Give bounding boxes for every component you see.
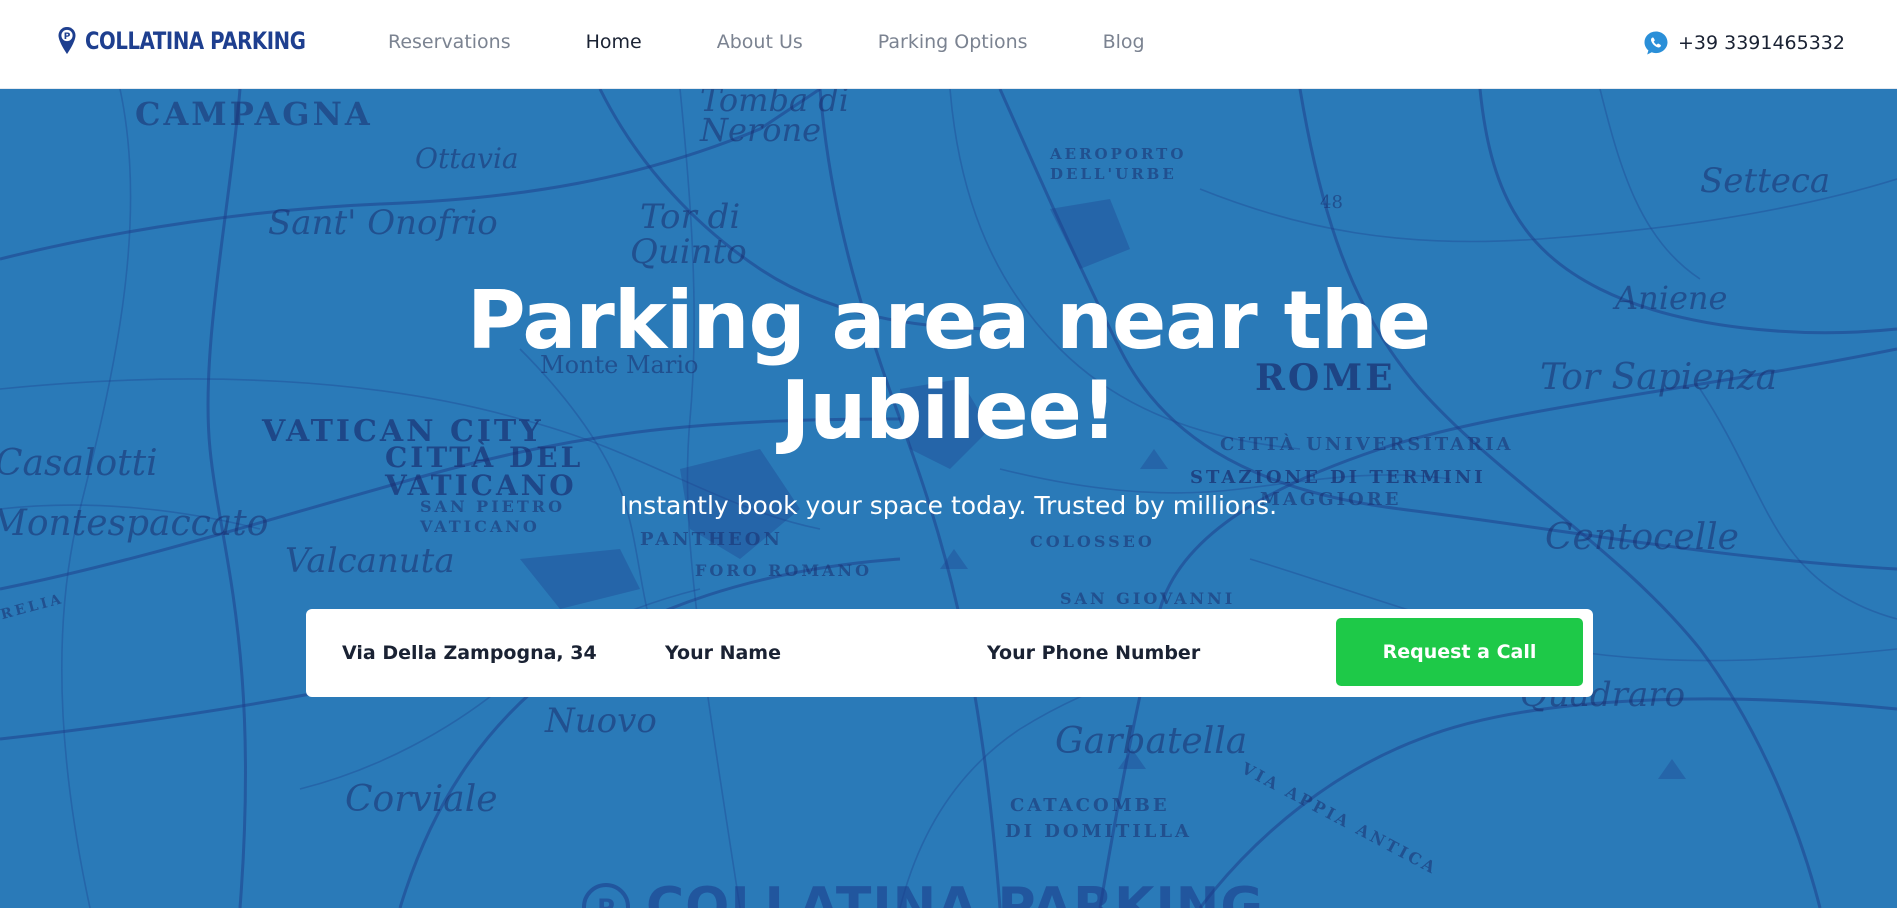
address-field[interactable] <box>342 609 642 697</box>
request-call-button[interactable]: Request a Call <box>1336 618 1583 686</box>
svg-text:P: P <box>64 32 71 42</box>
bottom-watermark-logo: P COLLATINA PARKING <box>580 877 1264 908</box>
map-pin-parking-icon: P <box>58 27 76 54</box>
nav-item-blog[interactable]: Blog <box>1103 31 1145 53</box>
svg-text:P: P <box>597 894 615 908</box>
nav-item-reservations[interactable]: Reservations <box>388 31 511 53</box>
nav-item-home[interactable]: Home <box>586 31 642 53</box>
brand-name: COLLATINA PARKING <box>85 27 306 55</box>
bottom-logo-text: COLLATINA PARKING <box>646 877 1264 908</box>
brand-logo[interactable]: P COLLATINA PARKING <box>57 26 354 56</box>
name-field[interactable] <box>665 609 965 697</box>
hero-title-line-2: Jubilee! <box>780 364 1118 457</box>
hero-title-line-1: Parking area near the <box>466 274 1431 367</box>
top-navbar: P COLLATINA PARKING Reservations Home Ab… <box>0 0 1897 89</box>
map-pin-parking-icon: P <box>582 883 630 908</box>
nav-item-parking-options[interactable]: Parking Options <box>878 31 1028 53</box>
hero-title: Parking area near the Jubilee! <box>0 276 1897 456</box>
phone-field[interactable] <box>987 609 1317 697</box>
hero-section: CAMPAGNA Tomba di Nerone Ottavia Sant' O… <box>0 89 1897 908</box>
request-call-form: Request a Call <box>306 609 1593 697</box>
nav-item-about-us[interactable]: About Us <box>717 31 803 53</box>
main-nav: Reservations Home About Us Parking Optio… <box>388 31 1220 53</box>
phone-bubble-icon <box>1644 31 1668 55</box>
phone-number: +39 3391465332 <box>1677 32 1845 54</box>
hero-subtitle: Instantly book your space today. Trusted… <box>619 491 1278 520</box>
phone-contact-link[interactable]: +39 3391465332 <box>1643 30 1845 56</box>
